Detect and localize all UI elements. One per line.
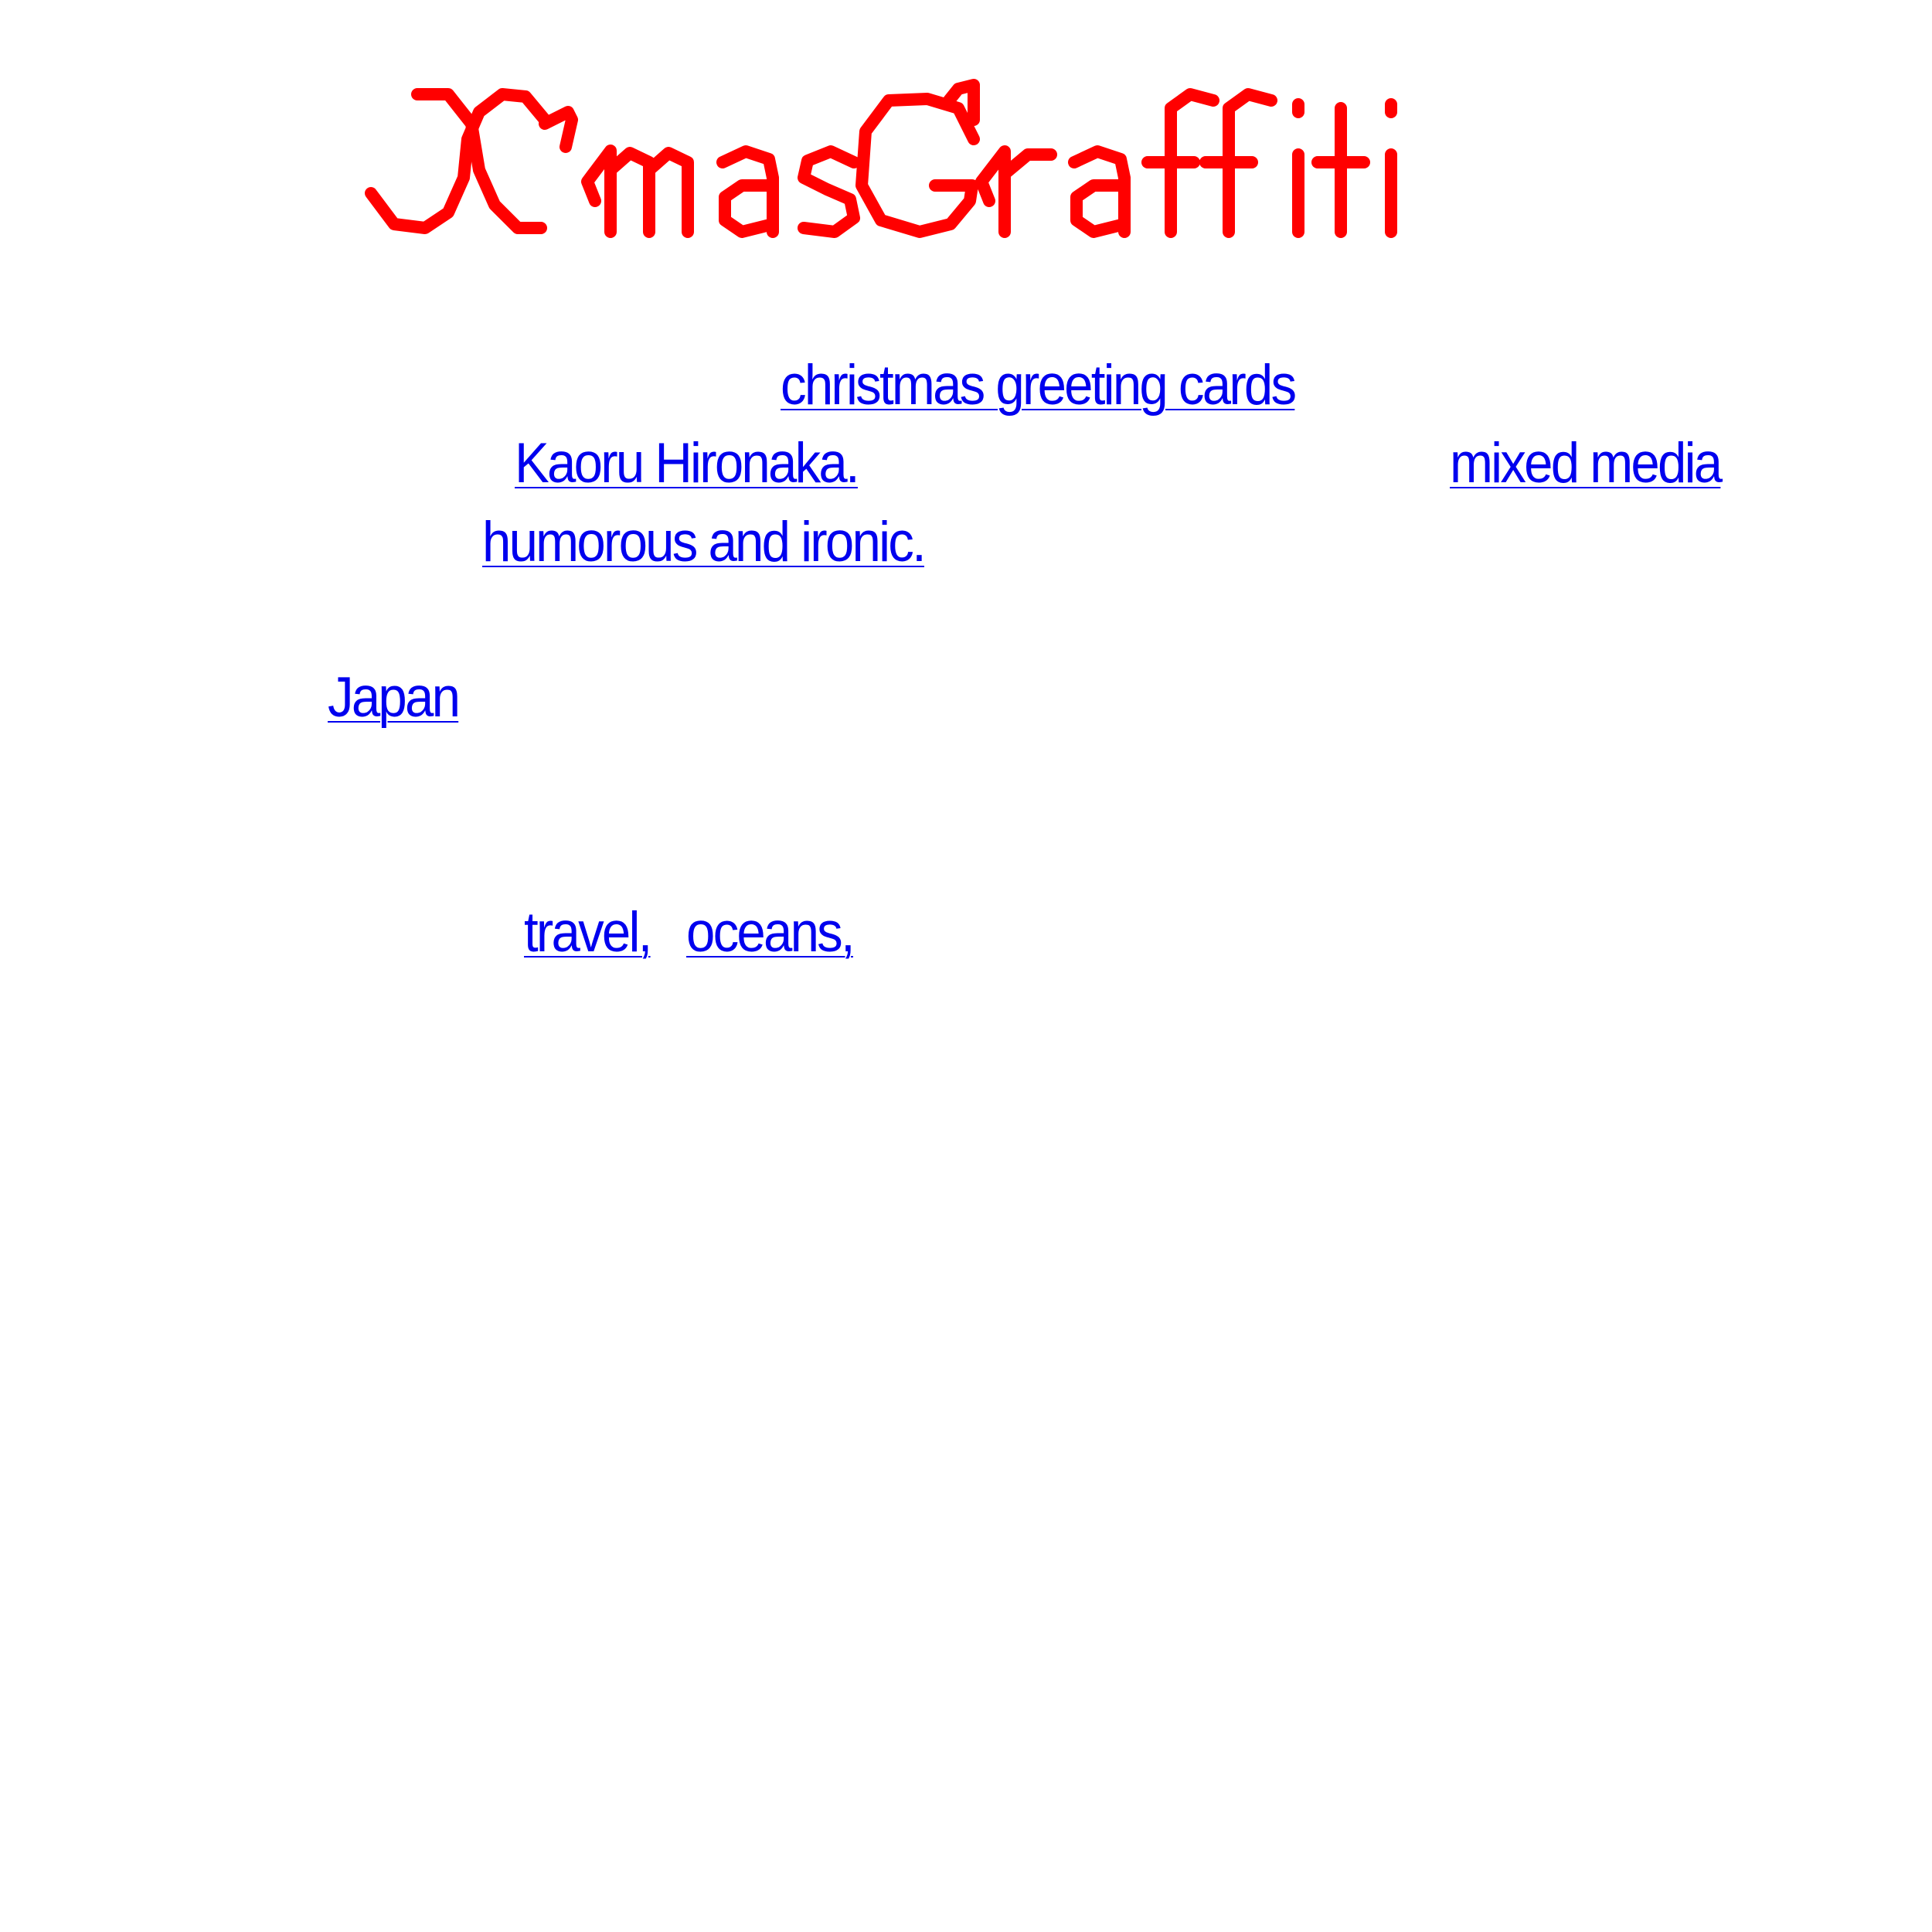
link-mixed-media[interactable]: mixed media [1450, 435, 1723, 492]
link-japan[interactable]: Japan [328, 669, 461, 726]
link-christmas-greeting-cards[interactable]: christmas greeting cards [781, 357, 1297, 413]
link-artist-name[interactable]: Kaoru Hironaka. [515, 435, 860, 492]
link-travel[interactable]: travel, [524, 904, 652, 961]
link-humorous-and-ironic[interactable]: humorous and ironic. [482, 514, 927, 570]
page-title [363, 77, 1553, 247]
link-oceans[interactable]: oceans, [686, 904, 855, 961]
title-lettering [365, 79, 1397, 238]
